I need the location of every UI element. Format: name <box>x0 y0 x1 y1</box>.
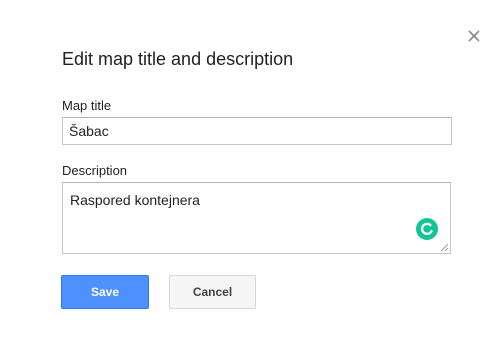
cancel-button[interactable]: Cancel <box>169 275 256 309</box>
grammarly-glyph <box>421 222 433 235</box>
description-field: Raspored kontejnera <box>62 182 451 254</box>
description-textarea[interactable]: Raspored kontejnera <box>63 183 450 253</box>
edit-map-dialog: Edit map title and description Map title… <box>0 0 492 341</box>
resize-handle[interactable] <box>440 243 449 252</box>
map-title-label: Map title <box>62 98 112 113</box>
close-icon[interactable] <box>466 28 482 44</box>
grammarly-icon[interactable] <box>416 218 438 240</box>
description-label: Description <box>62 163 128 178</box>
dialog-title: Edit map title and description <box>62 49 294 69</box>
save-button[interactable]: Save <box>61 275 149 309</box>
map-title-input[interactable] <box>62 117 452 145</box>
